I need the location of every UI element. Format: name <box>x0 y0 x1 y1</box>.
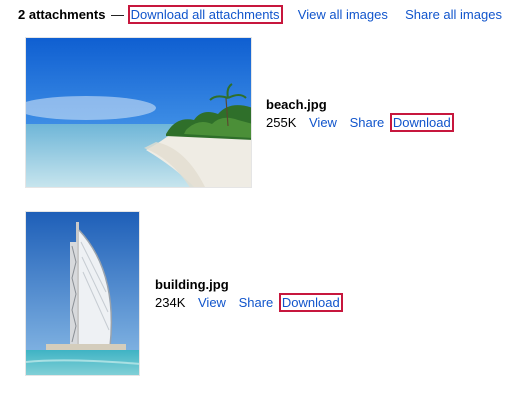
attachments-header: 2 attachments — Download all attachments… <box>18 5 502 25</box>
beach-share-link[interactable]: Share <box>350 115 385 130</box>
share-all-images-link[interactable]: Share all images <box>405 7 502 22</box>
building-filename: building.jpg <box>155 277 229 292</box>
beach-filename: beach.jpg <box>266 97 327 112</box>
building-size: 234K <box>155 295 186 310</box>
building-download-link[interactable]: Download <box>278 293 343 312</box>
download-all-attachments-link[interactable]: Download all attachments <box>127 5 283 24</box>
building-image <box>26 212 139 375</box>
beach-info: beach.jpg 255K View Share Download <box>266 96 454 132</box>
beach-actions: 255K View Share Download <box>266 113 454 132</box>
building-view-link[interactable]: View <box>198 295 226 310</box>
header-dash: — <box>111 7 125 22</box>
beach-thumbnail[interactable] <box>25 37 252 188</box>
building-thumbnail[interactable] <box>25 211 140 376</box>
view-all-images-link[interactable]: View all images <box>298 7 388 22</box>
beach-image <box>26 38 251 187</box>
building-share-link[interactable]: Share <box>239 295 274 310</box>
building-info: building.jpg 234K View Share Download <box>155 276 343 312</box>
beach-download-link[interactable]: Download <box>389 113 454 132</box>
building-actions: 234K View Share Download <box>155 293 343 312</box>
beach-size: 255K <box>266 115 297 130</box>
attachment-count: 2 attachments <box>18 7 106 22</box>
beach-view-link[interactable]: View <box>309 115 337 130</box>
